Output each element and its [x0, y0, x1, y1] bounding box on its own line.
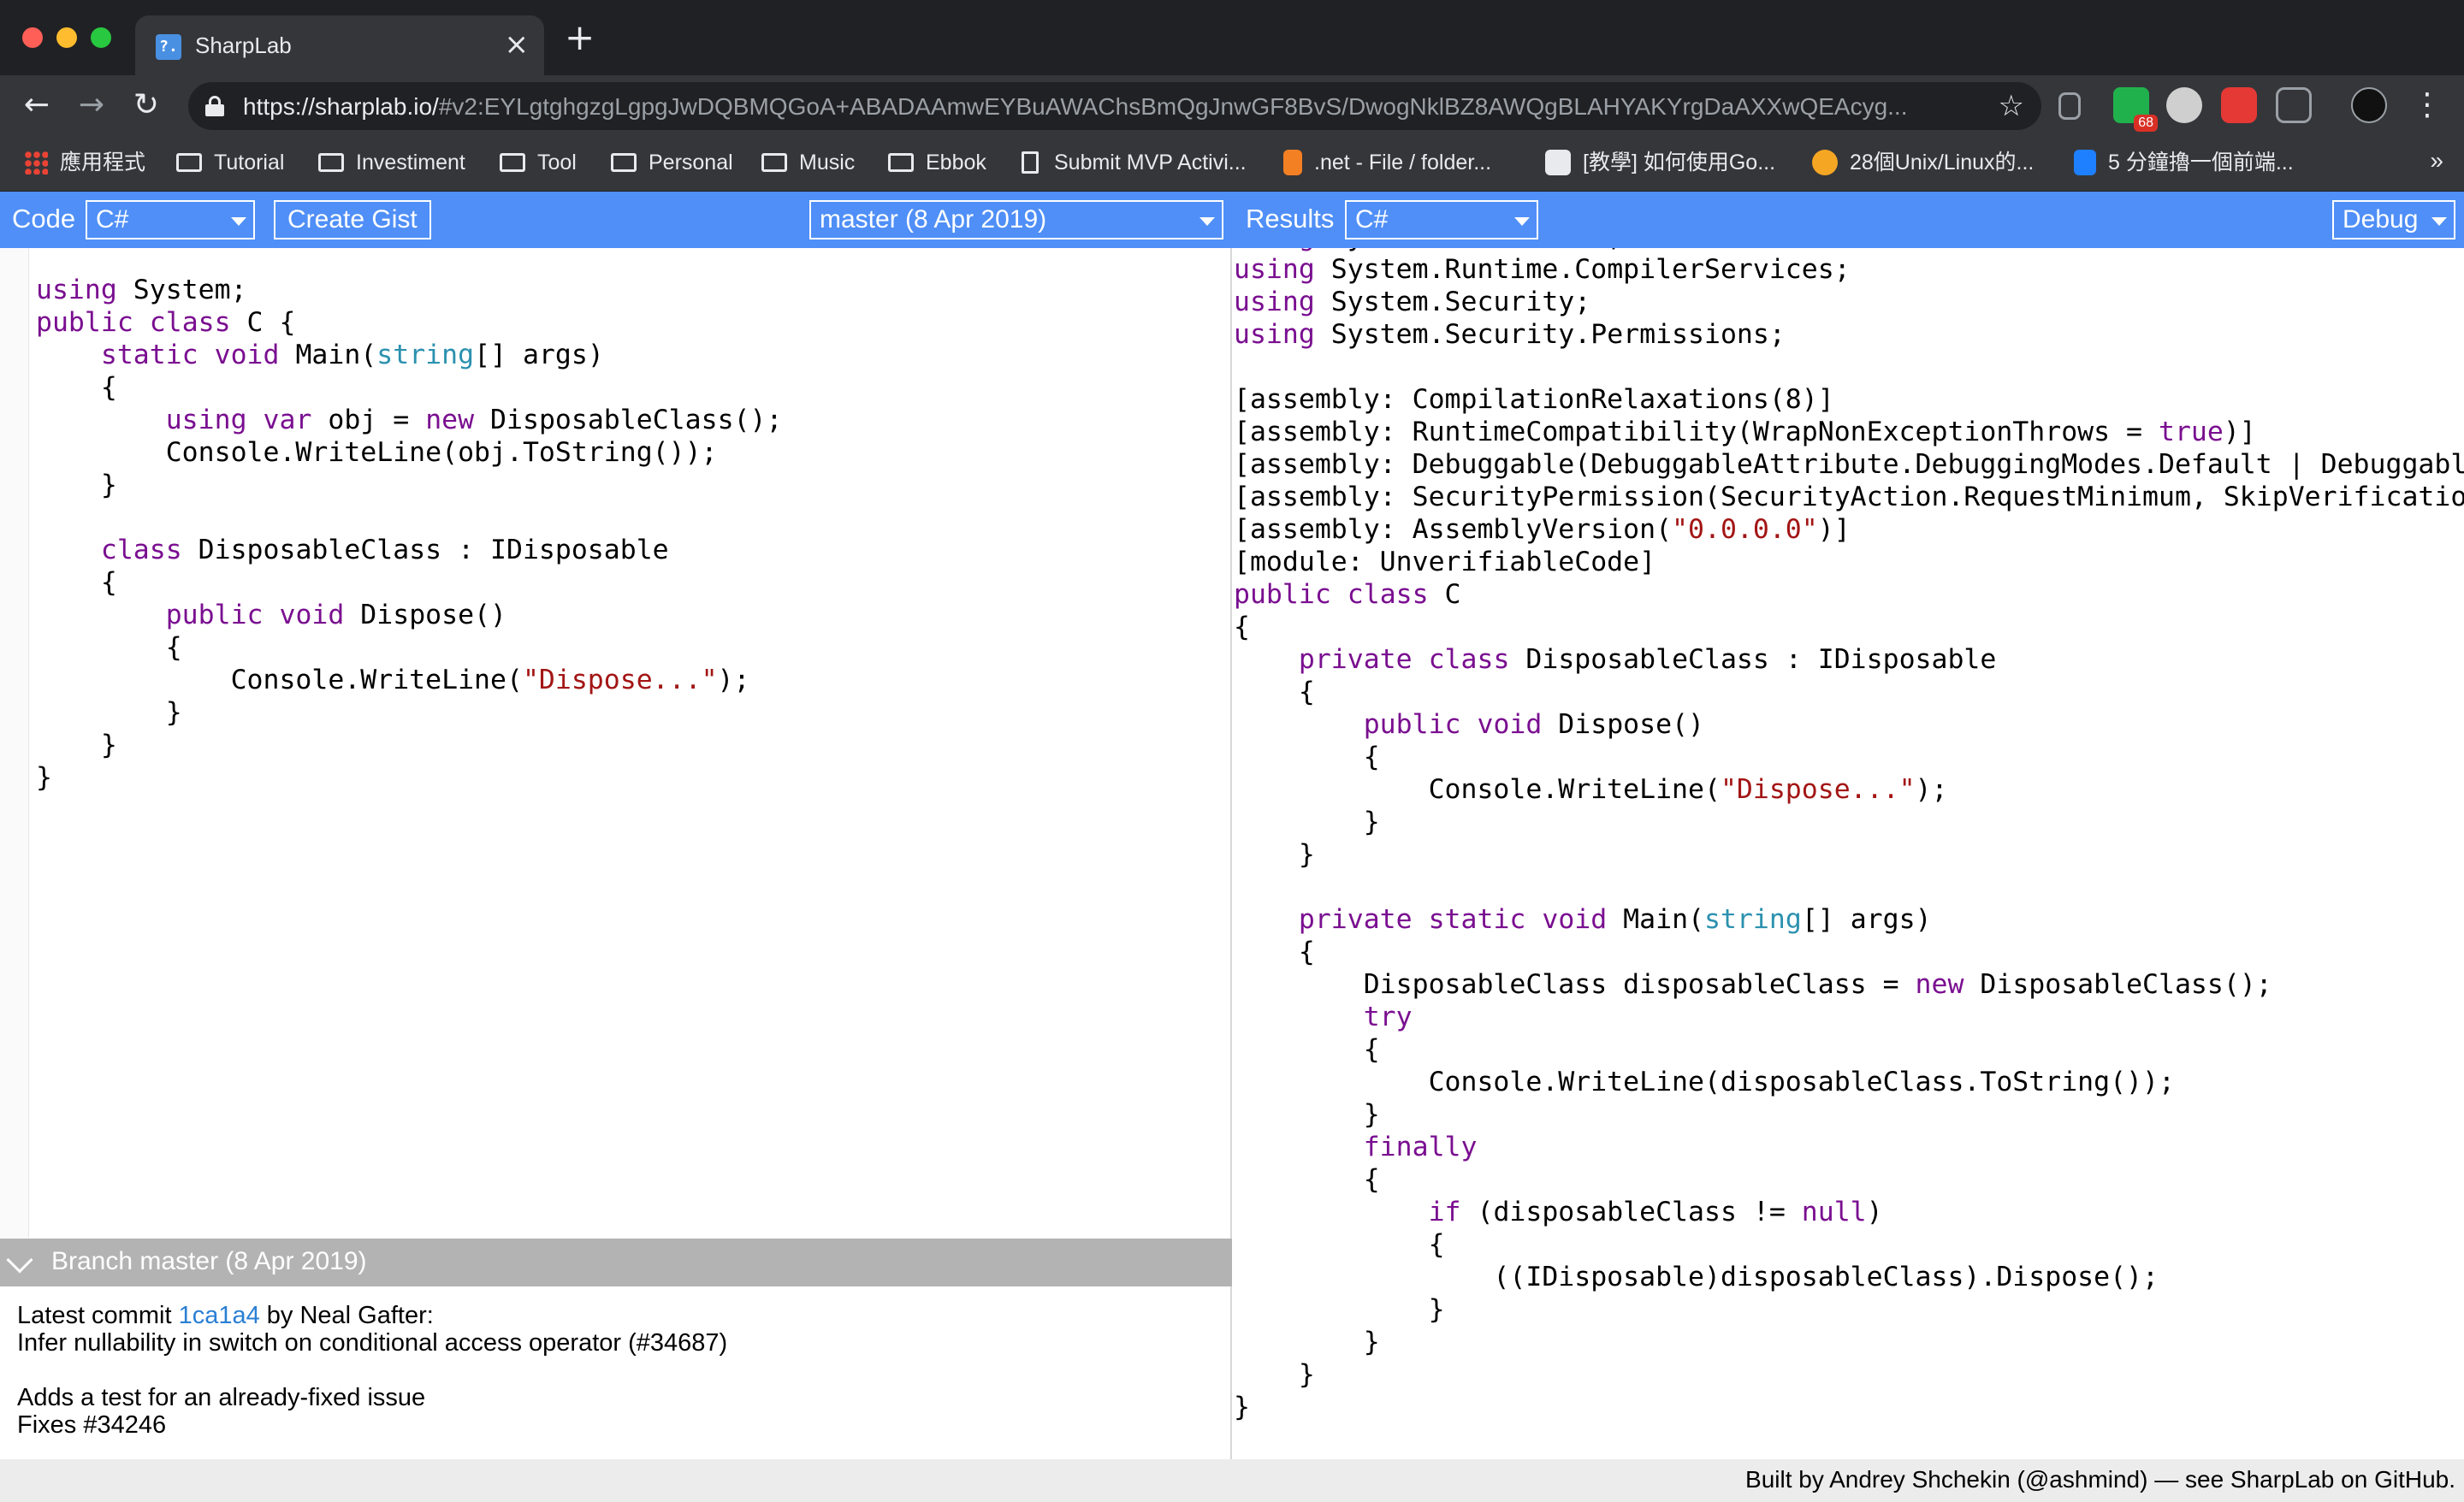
dropdown-arrow-icon: [1199, 217, 1215, 226]
new-tab-icon[interactable]: +: [565, 19, 595, 56]
browser-tab-strip: ?. SharpLab × +: [0, 0, 2464, 75]
menu-dots-icon[interactable]: ⋮: [2408, 86, 2447, 125]
bookmark-ebbok[interactable]: Ebbok: [888, 147, 986, 178]
close-tab-icon[interactable]: ×: [505, 27, 530, 62]
bookmarks-overflow-icon[interactable]: »: [2430, 147, 2443, 174]
folder-icon: [176, 153, 202, 172]
results-language-select[interactable]: C#: [1345, 200, 1538, 239]
bookmarks-bar: 應用程式 Tutorial Investiment Tool Personal …: [0, 135, 2464, 192]
editor-gutter: [0, 248, 29, 1295]
bookmark-go-tutorial[interactable]: [教學] 如何使用Go...: [1545, 147, 1775, 178]
back-arrow-icon[interactable]: ←: [17, 86, 56, 125]
extension-copy-icon[interactable]: [2058, 92, 2081, 120]
build-mode-select[interactable]: Debug: [2332, 200, 2455, 239]
forward-arrow-icon[interactable]: →: [72, 86, 111, 125]
minimize-window-button[interactable]: [56, 27, 77, 48]
results-output[interactable]: using System.Reflection; using System.Ru…: [1234, 248, 2464, 1459]
dropdown-arrow-icon: [2431, 217, 2447, 226]
address-bar[interactable]: https://sharplab.io/#v2:EYLgtghgzgLgpgJw…: [188, 82, 2041, 130]
extension-chat-icon[interactable]: 68: [2113, 87, 2158, 132]
dropdown-arrow-icon: [231, 217, 246, 226]
folder-icon: [761, 153, 787, 172]
commit-hash-link[interactable]: 1ca1a4: [179, 1302, 260, 1329]
dropdown-arrow-icon: [1514, 217, 1530, 226]
chevron-down-icon: [6, 1246, 33, 1274]
bookmark-submit-mvp[interactable]: Submit MVP Activi...: [1022, 147, 1247, 178]
extension-owl-icon[interactable]: [2166, 87, 2202, 123]
bookmark-apps[interactable]: 應用程式: [24, 147, 145, 178]
bookmark-frontend[interactable]: 5 分鐘擼一個前端...: [2074, 147, 2294, 178]
sharplab-favicon-icon: ?.: [156, 34, 181, 60]
source-code[interactable]: using System; public class C { static vo…: [36, 274, 782, 794]
close-window-button[interactable]: [22, 27, 43, 48]
footer: Built by Andrey Shchekin (@ashmind) — se…: [0, 1459, 2464, 1502]
footer-credits: Built by Andrey Shchekin (@ashmind) — se…: [1745, 1466, 2455, 1493]
profile-avatar[interactable]: [2351, 87, 2387, 123]
results-label: Results: [1246, 204, 1335, 234]
tab-title: SharpLab: [195, 33, 292, 58]
site-favicon-icon: [1545, 150, 1571, 175]
bookmark-star-icon[interactable]: ☆: [1999, 89, 2024, 123]
folder-icon: [888, 153, 914, 172]
apps-grid-icon: [24, 151, 48, 174]
decompiled-code[interactable]: using System.Reflection; using System.Ru…: [1234, 248, 2464, 1423]
extension-red-icon[interactable]: [2221, 87, 2257, 123]
commit-line: Latest commit 1ca1a4 by Neal Gafter:: [17, 1302, 434, 1329]
sharplab-top-bar: Code C# Create Gist master (8 Apr 2019) …: [0, 192, 2464, 248]
browser-tab-sharplab[interactable]: ?. SharpLab ×: [135, 15, 544, 75]
branch-select[interactable]: master (8 Apr 2019): [809, 200, 1223, 239]
folder-icon: [500, 153, 525, 172]
maximize-window-button[interactable]: [91, 27, 111, 48]
bookmark-personal[interactable]: Personal: [611, 147, 733, 178]
commit-body-line: Adds a test for an already-fixed issue: [17, 1384, 426, 1411]
site-favicon-icon: [1812, 150, 1838, 175]
reload-icon[interactable]: ↻: [127, 86, 166, 125]
browser-toolbar: ← → ↻ https://sharplab.io/#v2:EYLgtghgzg…: [0, 75, 2464, 135]
branch-details-toggle[interactable]: Branch master (8 Apr 2019): [0, 1239, 1232, 1286]
bookmark-investiment[interactable]: Investiment: [318, 147, 465, 178]
bookmark-unix-linux[interactable]: 28個Unix/Linux的...: [1812, 147, 2034, 178]
stackoverflow-icon: [1283, 150, 1302, 175]
folder-icon: [611, 153, 637, 172]
branch-commit-info: Latest commit 1ca1a4 by Neal Gafter: Inf…: [0, 1286, 1232, 1459]
lock-icon: [205, 96, 224, 116]
code-editor[interactable]: using System; public class C { static vo…: [0, 248, 1232, 1295]
sharplab-app: Code C# Create Gist master (8 Apr 2019) …: [0, 192, 2464, 1502]
code-language-select[interactable]: C#: [86, 200, 255, 239]
commit-title: Infer nullability in switch on condition…: [17, 1329, 728, 1357]
url-text: https://sharplab.io/#v2:EYLgtghgzgLgpgJw…: [243, 93, 1908, 120]
site-favicon-icon: [2074, 150, 2096, 175]
folder-icon: [318, 153, 344, 172]
branch-title: Branch master (8 Apr 2019): [51, 1247, 367, 1275]
bookmark-dotnet-file[interactable]: .net - File / folder...: [1283, 147, 1491, 178]
bookmark-music[interactable]: Music: [761, 147, 855, 178]
pocket-icon[interactable]: [2276, 87, 2312, 123]
bookmark-tool[interactable]: Tool: [500, 147, 577, 178]
code-label: Code: [12, 204, 76, 234]
commit-body-line: Fixes #34246: [17, 1411, 167, 1439]
page-icon: [1022, 151, 1039, 174]
create-gist-button[interactable]: Create Gist: [274, 200, 431, 239]
bookmark-tutorial[interactable]: Tutorial: [176, 147, 284, 178]
